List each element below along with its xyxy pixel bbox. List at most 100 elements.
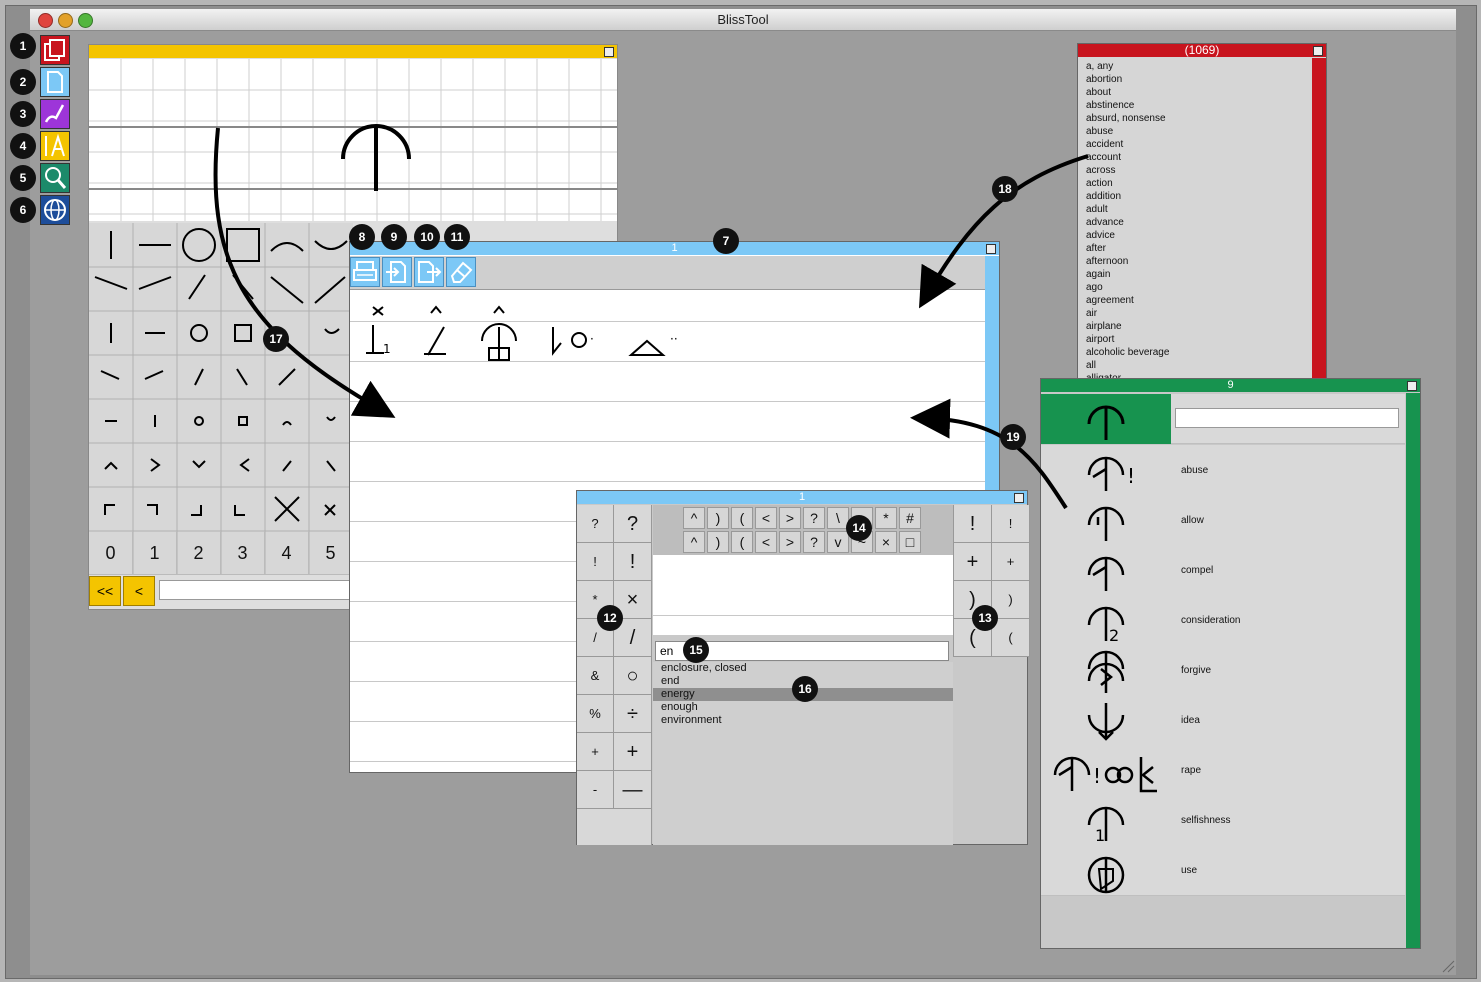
symbol-list-scrollbar[interactable]: [1406, 393, 1420, 948]
word-list-item[interactable]: airplane: [1086, 320, 1122, 333]
word-list-item[interactable]: agreement: [1086, 294, 1134, 307]
word-list-item[interactable]: action: [1086, 177, 1113, 190]
left-key-small-6[interactable]: +: [577, 733, 614, 771]
word-list-item[interactable]: afternoon: [1086, 255, 1128, 268]
symbol-list-item[interactable]: ! abuse: [1041, 445, 1405, 496]
top-key-row1-4[interactable]: >: [779, 507, 801, 529]
top-key-row2-9[interactable]: □: [899, 531, 921, 553]
left-key-small-4[interactable]: &: [577, 657, 614, 695]
word-list-item[interactable]: a, any: [1086, 60, 1113, 73]
left-key-small-5[interactable]: %: [577, 695, 614, 733]
top-key-row2-2[interactable]: (: [731, 531, 753, 553]
left-key-large-7[interactable]: —: [614, 771, 652, 809]
left-key-large-0[interactable]: ?: [614, 505, 652, 543]
word-list-item[interactable]: ago: [1086, 281, 1103, 294]
word-list-item[interactable]: absurd, nonsense: [1086, 112, 1166, 125]
top-key-row2-3[interactable]: <: [755, 531, 777, 553]
symbol-list-item[interactable]: 1 selfishness: [1041, 795, 1405, 846]
word-list-item[interactable]: again: [1086, 268, 1110, 281]
ruler-text-button[interactable]: [40, 131, 70, 161]
new-page-button[interactable]: [40, 67, 70, 97]
search-icon: [45, 167, 67, 189]
word-list-item[interactable]: air: [1086, 307, 1097, 320]
word-list-item[interactable]: accident: [1086, 138, 1123, 151]
symbol-list-item[interactable]: use: [1041, 845, 1405, 896]
digit-0-button[interactable]: 0: [89, 531, 133, 575]
left-key-large-4[interactable]: ○: [614, 657, 652, 695]
keyboard-collapse-button[interactable]: [1014, 493, 1024, 503]
edit-pen-button[interactable]: [40, 99, 70, 129]
word-list-collapse-button[interactable]: [1313, 46, 1323, 56]
digit-2-button[interactable]: 2: [177, 531, 221, 575]
search-result-item[interactable]: enough: [653, 701, 953, 714]
top-key-row2-5[interactable]: ?: [803, 531, 825, 553]
digit-3-button[interactable]: 3: [221, 531, 265, 575]
word-list-item[interactable]: about: [1086, 86, 1111, 99]
digit-4-button[interactable]: 4: [265, 531, 309, 575]
top-key-row2-4[interactable]: >: [779, 531, 801, 553]
symbol-list-item[interactable]: forgive: [1041, 645, 1405, 696]
drawing-panel-collapse-button[interactable]: [604, 47, 614, 57]
word-list-item[interactable]: abstinence: [1086, 99, 1134, 112]
word-list-item[interactable]: advance: [1086, 216, 1124, 229]
top-key-row1-0[interactable]: ^: [683, 507, 705, 529]
word-list-item[interactable]: airport: [1086, 333, 1114, 346]
word-list-scrollbar[interactable]: [1312, 58, 1326, 382]
right-key-small-1[interactable]: +: [992, 543, 1030, 581]
composer-collapse-button[interactable]: [986, 244, 996, 254]
left-key-large-5[interactable]: ÷: [614, 695, 652, 733]
top-key-row1-2[interactable]: (: [731, 507, 753, 529]
word-list-item[interactable]: advice: [1086, 229, 1115, 242]
top-key-row1-8[interactable]: *: [875, 507, 897, 529]
word-list-item[interactable]: across: [1086, 164, 1115, 177]
symbol-list-item[interactable]: idea: [1041, 695, 1405, 746]
word-list-item[interactable]: abortion: [1086, 73, 1122, 86]
symbol-list-item[interactable]: ! rape: [1041, 745, 1405, 796]
symbol-list-item[interactable]: 2 consideration: [1041, 595, 1405, 646]
digit-1-button[interactable]: 1: [133, 531, 177, 575]
search-result-item[interactable]: enclosure, closed: [653, 662, 953, 675]
left-key-small-0[interactable]: ?: [577, 505, 614, 543]
left-key-large-1[interactable]: !: [614, 543, 652, 581]
word-list-item[interactable]: alcoholic beverage: [1086, 346, 1169, 359]
word-list-item[interactable]: account: [1086, 151, 1121, 164]
top-key-row1-9[interactable]: #: [899, 507, 921, 529]
export-button[interactable]: [414, 257, 444, 287]
eraser-button[interactable]: [446, 257, 476, 287]
digit-5-button[interactable]: 5: [309, 531, 353, 575]
right-key-large-0[interactable]: !: [954, 505, 992, 543]
symbol-list-collapse-button[interactable]: [1407, 381, 1417, 391]
nav-prev-button[interactable]: <: [123, 576, 155, 606]
right-key-small-2[interactable]: ): [992, 581, 1030, 619]
nav-first-button[interactable]: <<: [89, 576, 121, 606]
globe-button[interactable]: [40, 195, 70, 225]
top-key-row2-1[interactable]: ): [707, 531, 729, 553]
top-key-row1-5[interactable]: ?: [803, 507, 825, 529]
search-result-item[interactable]: environment: [653, 714, 953, 727]
documents-button[interactable]: [40, 35, 70, 65]
top-key-row2-0[interactable]: ^: [683, 531, 705, 553]
drawing-canvas[interactable]: [89, 59, 617, 221]
import-button[interactable]: [382, 257, 412, 287]
top-key-row2-6[interactable]: v: [827, 531, 849, 553]
right-key-large-1[interactable]: +: [954, 543, 992, 581]
left-key-large-6[interactable]: +: [614, 733, 652, 771]
right-key-small-3[interactable]: (: [992, 619, 1030, 657]
word-list-item[interactable]: adult: [1086, 203, 1108, 216]
right-key-small-0[interactable]: !: [992, 505, 1030, 543]
symbol-search-input[interactable]: [1175, 408, 1399, 428]
left-key-small-7[interactable]: -: [577, 771, 614, 809]
print-button[interactable]: [350, 257, 380, 287]
top-key-row1-1[interactable]: ): [707, 507, 729, 529]
word-list-item[interactable]: abuse: [1086, 125, 1113, 138]
left-key-small-1[interactable]: !: [577, 543, 614, 581]
word-list-item[interactable]: after: [1086, 242, 1106, 255]
search-button[interactable]: [40, 163, 70, 193]
word-list-item[interactable]: all: [1086, 359, 1096, 372]
word-list-item[interactable]: addition: [1086, 190, 1121, 203]
top-key-row1-3[interactable]: <: [755, 507, 777, 529]
symbol-list-item[interactable]: compel: [1041, 545, 1405, 596]
top-key-row2-8[interactable]: ×: [875, 531, 897, 553]
symbol-list-item[interactable]: allow: [1041, 495, 1405, 546]
window-resize-grip[interactable]: [1441, 959, 1455, 973]
